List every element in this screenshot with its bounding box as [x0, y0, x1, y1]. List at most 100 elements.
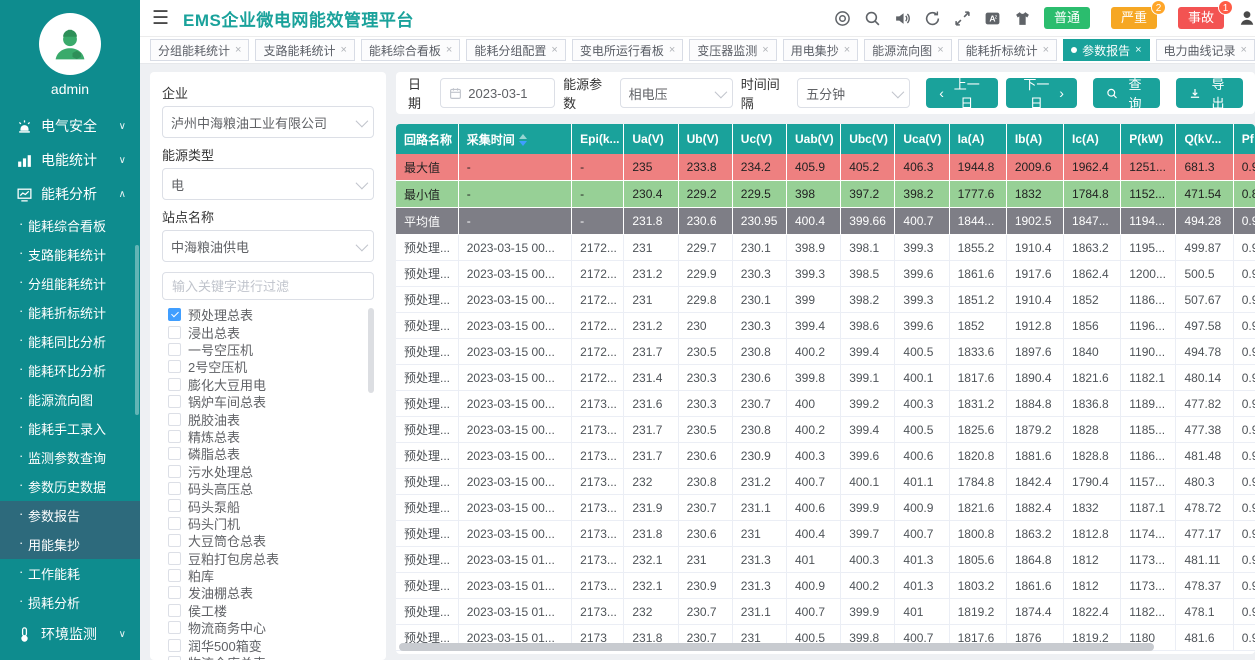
station-select[interactable]: 中海粮油供电: [162, 230, 374, 262]
column-header[interactable]: Q(kV...: [1176, 124, 1233, 154]
sidebar-menu-item[interactable]: 电气安全∨: [0, 109, 140, 143]
sidebar-submenu-item[interactable]: 能耗环比分析: [0, 356, 140, 385]
sidebar-submenu-item[interactable]: 参数报告: [0, 501, 140, 530]
tab-item[interactable]: 能耗分组配置×: [466, 39, 565, 61]
column-header[interactable]: Ic(A): [1064, 124, 1121, 154]
tab-item[interactable]: 电力曲线记录×: [1156, 39, 1255, 61]
menu-toggle-icon[interactable]: ☰: [152, 9, 169, 28]
search-icon[interactable]: [864, 10, 881, 27]
sidebar-menu-item[interactable]: 环境监测∨: [0, 617, 140, 651]
checkbox[interactable]: [168, 639, 181, 652]
tab-active[interactable]: 参数报告×: [1063, 39, 1149, 61]
circuit-list-item[interactable]: 污水处理总: [162, 463, 374, 480]
next-day-button[interactable]: 下一日 ›: [1006, 78, 1077, 108]
column-header[interactable]: Uca(V): [895, 124, 949, 154]
sidebar-menu-item[interactable]: 能耗分析∧: [0, 177, 140, 211]
theme-target-icon[interactable]: [834, 10, 851, 27]
energy-param-select[interactable]: 相电压: [620, 78, 733, 108]
column-header[interactable]: Pf: [1233, 124, 1255, 154]
checkbox[interactable]: [168, 360, 181, 373]
checkbox[interactable]: [168, 430, 181, 443]
tab-item[interactable]: 能耗综合看板×: [361, 39, 460, 61]
checkbox[interactable]: [168, 499, 181, 512]
circuit-list-item[interactable]: 一号空压机: [162, 341, 374, 358]
alarm-level-severe-button[interactable]: 严重 2: [1111, 7, 1157, 29]
circuit-list-item[interactable]: 2号空压机: [162, 358, 374, 375]
circuit-list-item[interactable]: 豆粕打包房总表: [162, 549, 374, 566]
checkbox[interactable]: [168, 395, 181, 408]
circuit-list-item[interactable]: 润华500箱变: [162, 636, 374, 653]
checkbox[interactable]: [168, 604, 181, 617]
checkbox[interactable]: [168, 378, 181, 391]
query-button[interactable]: 查询: [1093, 78, 1160, 108]
circuit-list-item[interactable]: 侯工楼: [162, 602, 374, 619]
sidebar-submenu-item[interactable]: 参数历史数据: [0, 472, 140, 501]
column-header[interactable]: Ia(A): [949, 124, 1006, 154]
close-icon[interactable]: ×: [937, 45, 943, 56]
volume-icon[interactable]: [894, 10, 911, 27]
sidebar-submenu-item[interactable]: 用能集抄: [0, 530, 140, 559]
alarm-level-normal-button[interactable]: 普通: [1044, 7, 1090, 29]
export-button[interactable]: 导出: [1176, 78, 1243, 108]
tab-item[interactable]: 变压器监测×: [689, 39, 776, 61]
column-header[interactable]: Uc(V): [732, 124, 786, 154]
circuit-list-item[interactable]: 码头高压总: [162, 480, 374, 497]
sidebar-submenu-item[interactable]: 能耗手工录入: [0, 414, 140, 443]
circuit-list-item[interactable]: 精炼总表: [162, 428, 374, 445]
sidebar-submenu-item[interactable]: 分组能耗统计: [0, 269, 140, 298]
close-icon[interactable]: ×: [551, 45, 557, 56]
checkbox[interactable]: [168, 621, 181, 634]
circuit-list-item[interactable]: 粕库: [162, 567, 374, 584]
close-icon[interactable]: ×: [1135, 45, 1141, 56]
close-icon[interactable]: ×: [1241, 45, 1247, 56]
tab-item[interactable]: 能耗折标统计×: [958, 39, 1057, 61]
circuit-list-item[interactable]: 膨化大豆用电: [162, 376, 374, 393]
sort-icon[interactable]: [519, 134, 527, 146]
checklist-scrollbar[interactable]: [368, 308, 374, 393]
close-icon[interactable]: ×: [235, 45, 241, 56]
tab-item[interactable]: 支路能耗统计×: [255, 39, 354, 61]
date-picker[interactable]: 2023-03-1: [440, 78, 555, 108]
user-icon[interactable]: [1237, 9, 1255, 27]
circuit-list-item[interactable]: 大豆筒仓总表: [162, 532, 374, 549]
circuit-list-item[interactable]: 脱胶油表: [162, 410, 374, 427]
checkbox[interactable]: [168, 482, 181, 495]
sidebar-submenu-item[interactable]: 支路能耗统计: [0, 240, 140, 269]
close-icon[interactable]: ×: [1043, 45, 1049, 56]
checkbox[interactable]: [168, 534, 181, 547]
circuit-list-item[interactable]: 码头泵船: [162, 497, 374, 514]
sidebar-submenu-item[interactable]: 工作能耗: [0, 559, 140, 588]
sidebar-submenu-item[interactable]: 能耗同比分析: [0, 327, 140, 356]
close-icon[interactable]: ×: [844, 45, 850, 56]
tab-item[interactable]: 分组能耗统计×: [150, 39, 249, 61]
circuit-list-item[interactable]: 磷脂总表: [162, 445, 374, 462]
translate-icon[interactable]: Az: [984, 10, 1001, 27]
tab-item[interactable]: 用电集抄×: [783, 39, 858, 61]
circuit-list-item[interactable]: 锅炉车间总表: [162, 393, 374, 410]
column-header[interactable]: 采集时间: [458, 124, 571, 154]
circuit-list-item[interactable]: 物流仓库总表: [162, 654, 374, 660]
checkbox[interactable]: [168, 447, 181, 460]
checkbox[interactable]: [168, 517, 181, 530]
fullscreen-icon[interactable]: [954, 10, 971, 27]
keyword-filter-input[interactable]: [162, 272, 374, 300]
close-icon[interactable]: ×: [669, 45, 675, 56]
circuit-list-item[interactable]: 预处理总表: [162, 306, 374, 323]
circuit-list-item[interactable]: 浸出总表: [162, 323, 374, 340]
sidebar-submenu-item[interactable]: 监测参数查询: [0, 443, 140, 472]
circuit-list-item[interactable]: 物流商务中心: [162, 619, 374, 636]
tab-item[interactable]: 变电所运行看板×: [572, 39, 683, 61]
column-header[interactable]: Epi(k...: [572, 124, 624, 154]
column-header[interactable]: Ubc(V): [841, 124, 895, 154]
sidebar-submenu-item[interactable]: 能源流向图: [0, 385, 140, 414]
column-header[interactable]: Ua(V): [624, 124, 678, 154]
column-header[interactable]: Uab(V): [786, 124, 840, 154]
alarm-level-accident-button[interactable]: 事故 1: [1178, 7, 1224, 29]
sidebar-menu-item[interactable]: 电能统计∨: [0, 143, 140, 177]
checkbox[interactable]: [168, 308, 181, 321]
prev-day-button[interactable]: ‹ 上一日: [926, 78, 997, 108]
checkbox[interactable]: [168, 552, 181, 565]
skin-icon[interactable]: [1014, 10, 1031, 27]
checkbox[interactable]: [168, 343, 181, 356]
column-header[interactable]: P(kW): [1121, 124, 1176, 154]
